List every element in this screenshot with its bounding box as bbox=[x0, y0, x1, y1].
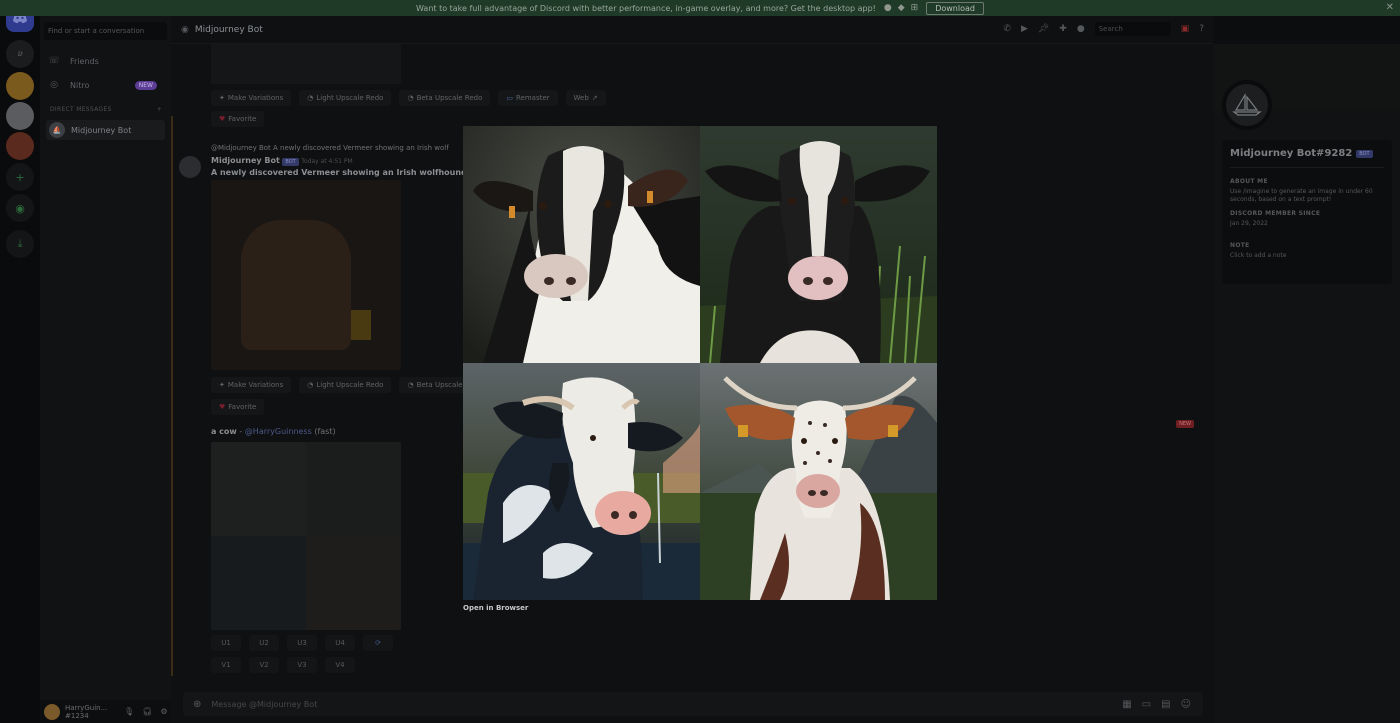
cow-image-2 bbox=[700, 126, 937, 363]
cow-image-1 bbox=[463, 126, 700, 363]
cow-image-grid[interactable] bbox=[463, 126, 937, 601]
discord-app: ⅅ + ◉ ⤓ Want to take full advantage of D… bbox=[0, 0, 1400, 723]
image-lightbox[interactable]: Open in Browser bbox=[0, 0, 1400, 723]
cow-image-3 bbox=[463, 363, 700, 600]
cow-image-4 bbox=[700, 363, 937, 600]
open-in-browser-link[interactable]: Open in Browser bbox=[463, 604, 528, 612]
